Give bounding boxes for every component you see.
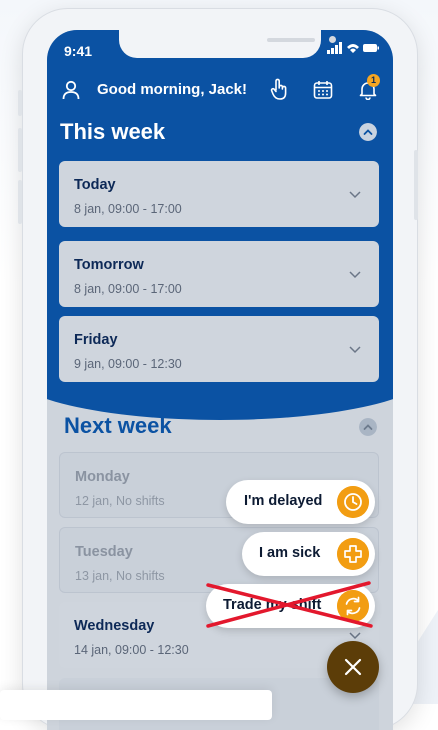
phone-side-button <box>18 90 22 116</box>
next-week-title: Next week <box>64 413 172 438</box>
status-icons <box>327 42 379 57</box>
clock-icon <box>337 486 369 518</box>
status-time: 9:41 <box>64 43 93 59</box>
signal-wifi-battery-icon <box>327 42 379 54</box>
chevron-up-icon[interactable] <box>359 418 377 436</box>
overlay-card <box>0 690 272 720</box>
list-item-detail: 13 jan, No shifts <box>75 569 165 583</box>
list-item-detail: 12 jan, No shifts <box>75 494 165 508</box>
notification-badge: 1 <box>367 74 380 87</box>
close-icon <box>344 658 362 676</box>
close-fab-button[interactable] <box>327 641 379 693</box>
list-item-title: Today <box>74 177 116 193</box>
greeting-text: Good morning, Jack! <box>97 81 248 98</box>
phone-side-button <box>18 128 22 172</box>
chevron-down-icon[interactable] <box>349 346 361 354</box>
sick-action-label: I am sick <box>259 545 321 561</box>
phone-notch <box>119 30 336 58</box>
list-item-title: Tomorrow <box>74 257 144 273</box>
delayed-action-label: I'm delayed <box>244 493 323 509</box>
chevron-down-icon[interactable] <box>349 191 361 199</box>
hand-icon[interactable] <box>269 78 289 100</box>
list-item-detail: 8 jan, 09:00 - 17:00 <box>74 282 182 296</box>
list-item[interactable]: Today 8 jan, 09:00 - 17:00 <box>59 161 379 227</box>
list-item-title: Tuesday <box>75 544 133 560</box>
list-item-title: Friday <box>74 332 118 348</box>
list-item-title: Wednesday <box>74 618 155 634</box>
list-item-detail: 8 jan, 09:00 - 17:00 <box>74 202 182 216</box>
chevron-down-icon[interactable] <box>349 271 361 279</box>
sick-action-button[interactable]: I am sick <box>242 532 375 576</box>
user-icon[interactable] <box>62 80 80 100</box>
speaker-grill <box>267 38 315 42</box>
strike-cross-overlay <box>206 581 373 628</box>
phone-side-button <box>414 150 418 220</box>
list-item[interactable]: Tomorrow 8 jan, 09:00 - 17:00 <box>59 241 379 307</box>
greeting-bar: Good morning, Jack! 1 <box>47 74 393 106</box>
plus-cross-icon <box>337 538 369 570</box>
list-item-detail: 9 jan, 09:00 - 12:30 <box>74 357 182 371</box>
list-item[interactable]: Friday 9 jan, 09:00 - 12:30 <box>59 316 379 382</box>
chevron-up-icon[interactable] <box>359 123 377 141</box>
this-week-title: This week <box>60 119 166 144</box>
list-item-detail: 14 jan, 09:00 - 12:30 <box>74 643 189 657</box>
phone-side-button <box>18 180 22 224</box>
delayed-action-button[interactable]: I'm delayed <box>226 480 375 524</box>
list-item-title: Monday <box>75 469 130 485</box>
calendar-icon[interactable] <box>313 80 333 100</box>
